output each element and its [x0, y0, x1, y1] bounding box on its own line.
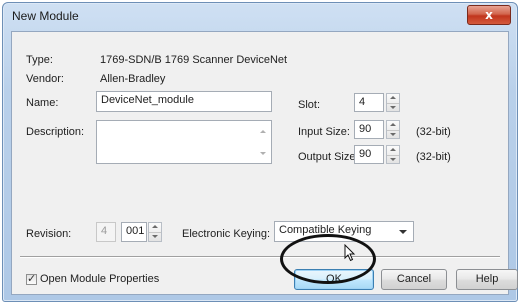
input-size-spin-up[interactable] [387, 121, 399, 130]
footer-divider [20, 256, 500, 258]
title-bar[interactable]: New Module x [3, 3, 517, 29]
output-size-unit: (32-bit) [416, 151, 451, 163]
input-size-spin-down[interactable] [387, 129, 399, 139]
help-button[interactable]: Help [456, 269, 518, 290]
close-button[interactable]: x [467, 5, 511, 25]
type-value: 1769-SDN/B 1769 Scanner DeviceNet [100, 54, 288, 66]
input-size-input[interactable]: 90 [354, 120, 384, 139]
output-size-input[interactable]: 90 [354, 145, 384, 164]
cancel-button[interactable]: Cancel [381, 269, 447, 290]
output-size-spinner[interactable] [386, 145, 400, 164]
description-textarea[interactable] [96, 120, 272, 164]
checkmark-icon: ✓ [27, 272, 37, 285]
spin-up-icon [390, 96, 396, 99]
revision-spin-down[interactable] [149, 232, 161, 241]
name-input[interactable]: DeviceNet_module [96, 91, 272, 112]
revision-spinner[interactable] [148, 222, 162, 242]
electronic-keying-label: Electronic Keying: [182, 228, 271, 240]
spin-up-icon [152, 225, 158, 228]
slot-label: Slot: [298, 99, 321, 111]
slot-input[interactable]: 4 [354, 93, 384, 112]
close-icon: x [485, 8, 493, 22]
output-size-spin-up[interactable] [387, 146, 399, 155]
revision-spin-up[interactable] [149, 223, 161, 232]
type-label: Type: [26, 54, 53, 66]
dialog-body: Type: 1769-SDN/B 1769 Scanner DeviceNet … [11, 31, 518, 295]
new-module-dialog: New Module x Type: 1769-SDN/B 1769 Scann… [2, 2, 518, 302]
revision-label: Revision: [26, 228, 72, 240]
description-label: Description: [26, 126, 85, 138]
open-module-properties-label[interactable]: Open Module Properties [40, 273, 159, 285]
revision-major-input: 4 [96, 222, 116, 242]
spin-down-icon [152, 235, 158, 238]
spin-up-icon [390, 148, 396, 151]
dialog-title: New Module [12, 9, 79, 23]
revision-minor-input[interactable]: 001 [121, 222, 147, 242]
input-size-spinner[interactable] [386, 120, 400, 139]
ok-highlight-ellipse [280, 234, 376, 284]
dropdown-arrow-icon [399, 230, 407, 234]
name-label: Name: [26, 97, 59, 109]
slot-spinner[interactable] [386, 93, 400, 112]
open-module-properties-checkbox[interactable]: ✓ [26, 272, 37, 285]
description-scroll-down-icon[interactable] [260, 152, 266, 155]
description-scroll-up-icon[interactable] [260, 130, 266, 133]
vendor-value: Allen-Bradley [100, 73, 166, 85]
output-size-label: Output Size: [298, 151, 359, 163]
output-size-spin-down[interactable] [387, 154, 399, 164]
vendor-label: Vendor: [26, 73, 64, 85]
mouse-cursor-icon [344, 244, 356, 262]
slot-spin-down[interactable] [387, 102, 399, 112]
spin-down-icon [390, 157, 396, 161]
spin-up-icon [390, 123, 396, 126]
slot-spin-up[interactable] [387, 94, 399, 103]
spin-down-icon [390, 132, 396, 136]
input-size-label: Input Size: [298, 126, 350, 138]
input-size-unit: (32-bit) [416, 126, 451, 138]
spin-down-icon [390, 105, 396, 109]
